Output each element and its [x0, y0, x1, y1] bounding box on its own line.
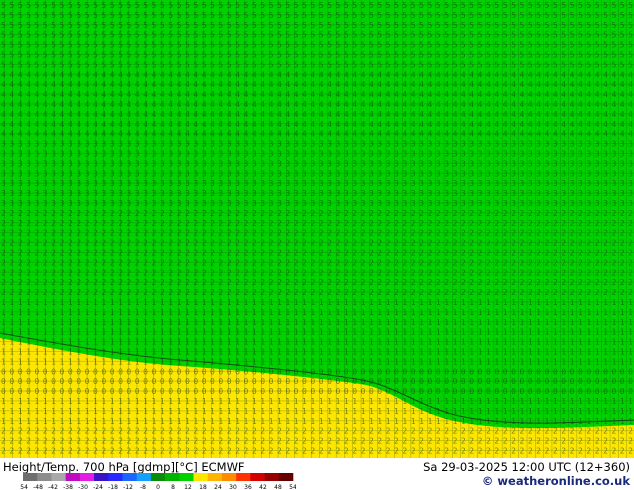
scale-tick-label: -42	[48, 484, 58, 490]
scale-swatch	[136, 473, 152, 481]
scale-tick-label: -48	[33, 484, 43, 490]
scale-tick-label: 54	[289, 484, 296, 490]
footer-bar: Height/Temp. 700 hPa [gdmp][°C] ECMWF Sa…	[0, 458, 634, 490]
scale-swatch	[193, 473, 209, 481]
scale-tick-label: -30	[78, 484, 88, 490]
scale-swatch	[278, 473, 294, 481]
weather-map[interactable]: 5555555555555555555555555555555555555555…	[0, 0, 634, 458]
scale-swatch	[264, 473, 280, 481]
color-scale: -54 -48 -42 -38 -30 -24 -18 -12 -8 0 8 12 18 24 30 36 42…	[20, 473, 296, 490]
scale-swatch	[150, 473, 166, 481]
scale-tick-label: -38	[63, 484, 73, 490]
scale-tick-label: 42	[259, 484, 267, 490]
scale-swatch	[221, 473, 237, 481]
scale-tick-label: 18	[199, 484, 207, 490]
scale-tick-label: -18	[108, 484, 118, 490]
scale-tick-label: -12	[123, 484, 133, 490]
scale-tick-label: 8	[171, 484, 175, 490]
scale-tick-label: 48	[274, 484, 282, 490]
scale-tick-label: -54	[20, 484, 28, 490]
scale-tick-label: 24	[214, 484, 222, 490]
scale-swatch	[108, 473, 123, 481]
credit-link[interactable]: © weatheronline.co.uk	[482, 474, 630, 488]
scale-swatch	[250, 473, 265, 481]
scale-swatch	[37, 473, 52, 481]
scale-swatch	[207, 473, 223, 481]
scale-tick-label: 0	[156, 484, 160, 490]
scale-swatch	[23, 473, 38, 481]
scale-tick-label: -8	[140, 484, 146, 490]
scale-swatch	[179, 473, 194, 481]
scale-swatch	[79, 473, 95, 481]
scale-swatch	[94, 473, 109, 481]
scale-swatch	[165, 473, 180, 481]
scale-swatch	[236, 473, 251, 481]
scale-tick-label: -24	[93, 484, 103, 490]
scale-tick-label: 36	[244, 484, 252, 490]
scale-tick-label: 30	[229, 484, 237, 490]
scale-swatch	[51, 473, 66, 481]
map-title: Height/Temp. 700 hPa [gdmp][°C] ECMWF	[3, 460, 245, 474]
scale-swatch	[122, 473, 137, 481]
temperature-field: 5555555555555555555555555555555555555555…	[0, 0, 634, 458]
forecast-datetime: Sa 29-03-2025 12:00 UTC (12+360)	[423, 460, 630, 474]
scale-tick-label: 12	[184, 484, 192, 490]
scale-swatch	[65, 473, 81, 481]
